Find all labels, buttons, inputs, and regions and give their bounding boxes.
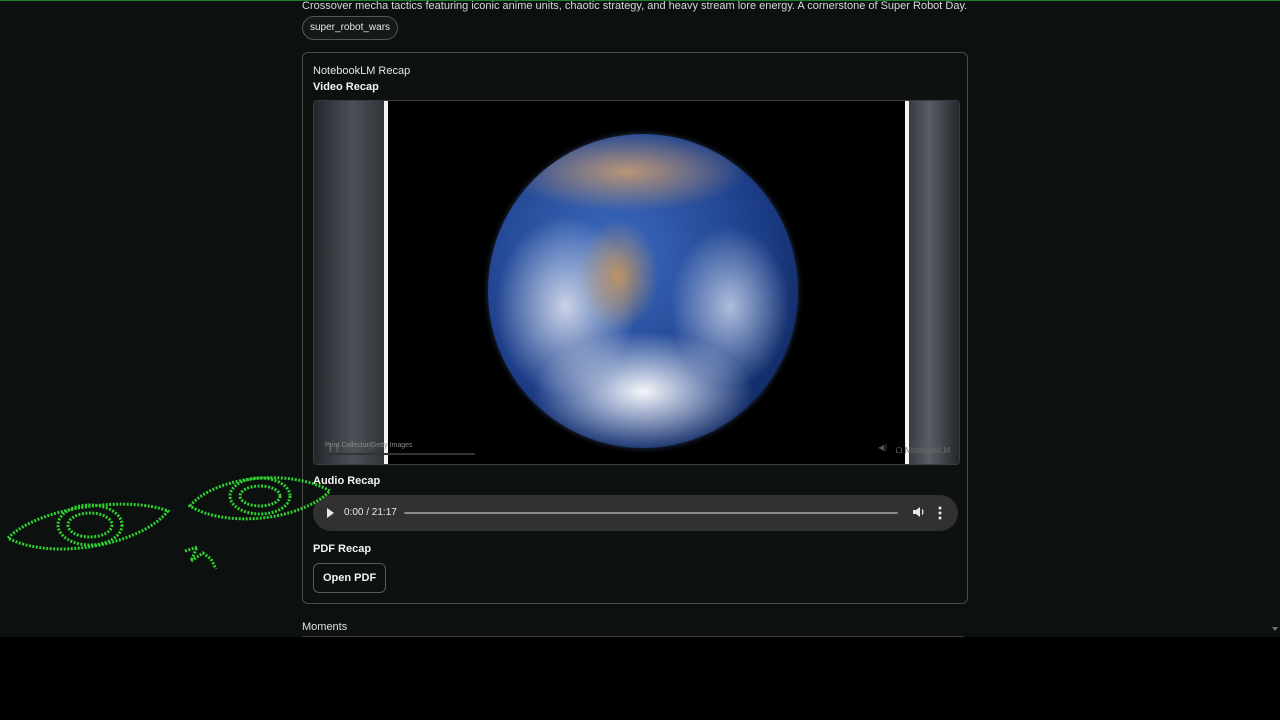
eye-icon [5,502,171,551]
volume-icon[interactable]: ◀) [878,443,887,452]
audio-player: 0:00 / 21:17 [313,495,958,531]
video-progress-track[interactable] [325,453,475,455]
scroll-down-icon[interactable] [1272,627,1278,631]
watermark-logo-icon: ᗝ [895,446,905,455]
video-frame-left-bar [384,101,388,464]
page: Crossover mecha tactics featuring iconic… [0,0,1280,637]
video-recap-heading: Video Recap [313,81,379,93]
card-title: NotebookLM Recap [313,65,411,77]
moments-heading: Moments [302,621,348,633]
image-credit: Print Collector/Getty Images [325,442,413,449]
more-options-icon[interactable] [937,505,943,521]
tag-chip[interactable]: super_robot_wars [302,16,399,40]
volume-icon[interactable] [912,505,926,519]
video-frame-left-blur [314,101,384,464]
earth-image [488,134,798,448]
watermark-text: NotebookLM [904,446,950,455]
video-player[interactable]: ❚❚ 0:30 / 4 ◀) ⛶ ⋮ Print Collector/Getty… [313,100,960,465]
audio-progress-track[interactable] [404,512,898,514]
audio-time: 0:00 / 21:17 [344,507,397,518]
notebooklm-watermark: ᗝ NotebookLM [896,446,950,456]
eye-icon [187,476,333,521]
video-frame-right-bar [905,101,909,464]
video-frame-right-blur [905,101,959,464]
eye-overlay [5,476,333,570]
notebooklm-recap-card: NotebookLM Recap Video Recap ❚❚ 0:30 / 4… [302,52,968,604]
moments-divider [302,636,964,637]
squiggle-mark [184,544,218,570]
game-description: Crossover mecha tactics featuring iconic… [302,0,968,12]
